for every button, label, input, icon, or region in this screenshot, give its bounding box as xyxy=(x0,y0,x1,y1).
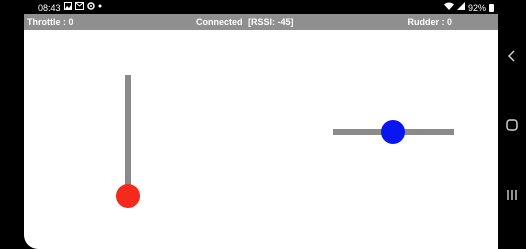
throttle-readout: Throttle : 0 xyxy=(27,17,74,27)
battery-percent: 92% xyxy=(467,2,486,13)
status-time: 08:43 xyxy=(38,2,61,13)
settings-icon xyxy=(86,2,95,13)
connection-status: Connected xyxy=(196,17,243,27)
telemetry-header: Throttle : 0 Connected [RSSI: -45] Rudde… xyxy=(24,14,498,30)
home-button[interactable] xyxy=(498,113,526,137)
rssi-readout: [RSSI: -45] xyxy=(248,17,294,27)
throttle-slider-track[interactable] xyxy=(125,75,131,197)
back-button[interactable] xyxy=(498,44,526,68)
back-icon xyxy=(507,50,517,62)
status-right: 92% xyxy=(443,2,494,13)
recents-icon xyxy=(506,189,518,201)
home-icon xyxy=(505,118,519,132)
rudder-readout: Rudder : 0 xyxy=(407,17,452,27)
system-nav-bar xyxy=(498,0,526,249)
dot-icon xyxy=(98,2,102,13)
battery-icon xyxy=(489,3,494,12)
image-icon xyxy=(63,2,72,13)
rudder-slider-knob[interactable] xyxy=(381,120,405,144)
status-left: 08:43 xyxy=(38,2,102,13)
status-bar: 08:43 92% xyxy=(0,0,498,14)
signal-icon xyxy=(456,2,465,13)
mail-icon xyxy=(74,2,84,13)
recents-button[interactable] xyxy=(498,183,526,207)
throttle-slider-knob[interactable] xyxy=(116,184,140,208)
app-content: Throttle : 0 Connected [RSSI: -45] Rudde… xyxy=(24,14,498,249)
wifi-icon xyxy=(443,2,454,13)
